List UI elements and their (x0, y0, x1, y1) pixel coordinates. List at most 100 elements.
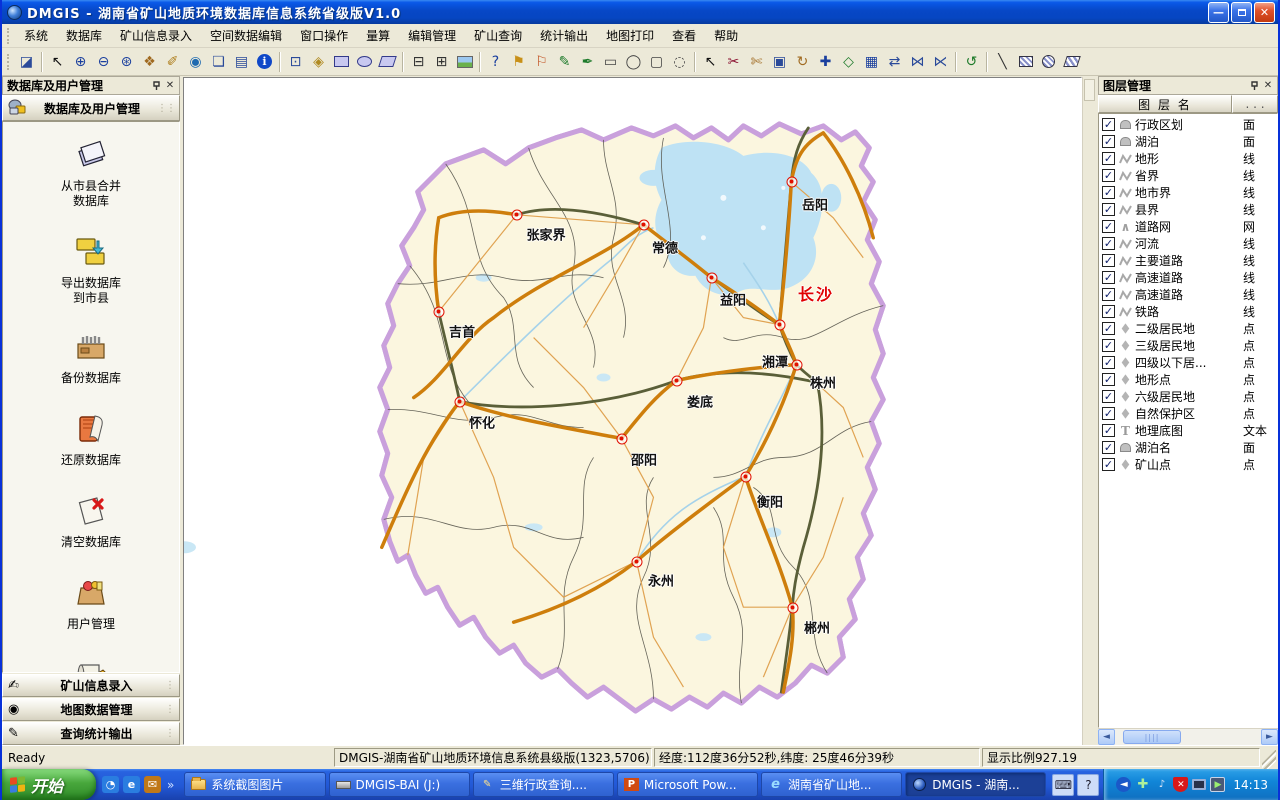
lasso-cut-icon[interactable]: ✄ (745, 50, 768, 73)
layer-row-terrain-point[interactable]: ✓◆地形点点 (1099, 371, 1277, 388)
spacing-v-icon[interactable]: ⋉ (929, 50, 952, 73)
layer-checkbox-lake[interactable]: ✓ (1102, 135, 1115, 148)
layer-row-main-road[interactable]: ✓主要道路线 (1099, 252, 1277, 269)
layer-checkbox-highway[interactable]: ✓ (1102, 271, 1115, 284)
layer-checkbox-terrain-point[interactable]: ✓ (1102, 373, 1115, 386)
left-item-backup-db[interactable]: 备份数据库 (61, 332, 121, 386)
menu-item-edit-manage[interactable]: 编辑管理 (399, 24, 465, 47)
image-export-icon[interactable] (453, 50, 476, 73)
layer-row-road-network[interactable]: ✓∧道路网网 (1099, 218, 1277, 235)
left-item-export-db[interactable]: 导出数据库 到市县 (61, 235, 121, 306)
menu-item-view[interactable]: 查看 (663, 24, 705, 47)
layer-row-settlement-l2[interactable]: ✓◆二级居民地点 (1099, 320, 1277, 337)
copy-feature-icon[interactable]: ▣ (768, 50, 791, 73)
menu-item-help[interactable]: 帮助 (705, 24, 747, 47)
layer-pin-icon[interactable] (1247, 79, 1261, 93)
layer-checkbox-settlement-l2[interactable]: ✓ (1102, 322, 1115, 335)
scroll-right-icon[interactable]: ► (1261, 729, 1278, 745)
layer-checkbox-railway[interactable]: ✓ (1102, 305, 1115, 318)
layer-row-settlement-l4[interactable]: ✓◆四级以下居...点 (1099, 354, 1277, 371)
menu-item-system[interactable]: 系统 (15, 24, 57, 47)
draw-ellipse-icon[interactable]: ◯ (622, 50, 645, 73)
print-icon[interactable]: ⊟ (407, 50, 430, 73)
layer-row-settlement-l3[interactable]: ✓◆三级居民地点 (1099, 337, 1277, 354)
draw-curve-icon[interactable]: ✎ (553, 50, 576, 73)
draw-shape-icon[interactable]: ✒ (576, 50, 599, 73)
scroll-left-icon[interactable]: ◄ (1098, 729, 1115, 745)
rotate-feature-icon[interactable]: ↻ (791, 50, 814, 73)
layer-more-column-header[interactable]: . . . (1232, 95, 1278, 113)
menu-item-spatial-data-edit[interactable]: 空间数据编辑 (201, 24, 291, 47)
zoom-in-icon[interactable]: ⊕ (69, 50, 92, 73)
minimize-button[interactable]: — (1208, 2, 1229, 23)
left-item-clear-db[interactable]: 清空数据库 (61, 494, 121, 550)
group-button-mine-info-entry[interactable]: ✍矿山信息录入⋮ (2, 674, 180, 697)
layer-checkbox-river[interactable]: ✓ (1102, 237, 1115, 250)
form-view-icon[interactable]: ▤ (230, 50, 253, 73)
display-icon[interactable] (1192, 779, 1206, 790)
security-shield-icon[interactable]: ✕ (1173, 777, 1188, 792)
layer-checkbox-lake-name[interactable]: ✓ (1102, 441, 1115, 454)
layer-checkbox-main-road[interactable]: ✓ (1102, 254, 1115, 267)
quick-launch-mail-icon[interactable]: ✉ (144, 776, 161, 793)
info-icon[interactable]: i (253, 50, 276, 73)
layer-row-city-border[interactable]: ✓地市界线 (1099, 184, 1277, 201)
task-ie-hunan-mine[interactable]: e湖南省矿山地... (761, 772, 902, 797)
move-feature-icon[interactable]: ✚ (814, 50, 837, 73)
quick-launch-overflow-icon[interactable]: » (165, 778, 176, 792)
hatch-rect-icon[interactable] (1014, 50, 1037, 73)
add-flag-icon[interactable]: ⚑ (507, 50, 530, 73)
edit-select-icon[interactable]: ↖ (699, 50, 722, 73)
layer-row-river[interactable]: ✓河流线 (1099, 235, 1277, 252)
map-canvas[interactable]: 张家界常德岳阳吉首益阳长沙湘潭株州娄底怀化邵阳衡阳永州郴州 (183, 77, 1082, 745)
layer-checkbox-mine-point[interactable]: ✓ (1102, 458, 1115, 471)
layer-checkbox-nature-reserve[interactable]: ✓ (1102, 407, 1115, 420)
layer-row-admin-region[interactable]: ✓行政区划面 (1099, 116, 1277, 133)
close-panel-icon[interactable]: ✕ (163, 79, 177, 93)
left-item-merge-db[interactable]: 从市县合并 数据库 (61, 140, 121, 209)
print-preview-icon[interactable]: ⊡ (284, 50, 307, 73)
globe-icon[interactable]: ◉ (184, 50, 207, 73)
help-icon[interactable]: ? (484, 50, 507, 73)
antivirus-icon[interactable]: ✚ (1135, 777, 1150, 792)
hatch-poly-icon[interactable] (1060, 50, 1083, 73)
layer-checkbox-city-border[interactable]: ✓ (1102, 186, 1115, 199)
layer-row-county-border[interactable]: ✓县界线 (1099, 201, 1277, 218)
layer-checkbox-settlement-l6[interactable]: ✓ (1102, 390, 1115, 403)
task-3d-admin-query[interactable]: ✎三维行政查询.... (473, 772, 614, 797)
keyboard-icon[interactable]: ⌨ (1052, 774, 1074, 796)
left-item-user-mgmt[interactable]: 用户管理 (67, 576, 115, 632)
left-item-user-log[interactable]: 用户日志 (67, 658, 115, 673)
scroll-thumb[interactable]: |||| (1123, 730, 1181, 744)
draw-square-icon[interactable]: ▢ (645, 50, 668, 73)
layer-checkbox-county-border[interactable]: ✓ (1102, 203, 1115, 216)
left-item-restore-db[interactable]: 还原数据库 (61, 412, 121, 468)
menu-item-measure[interactable]: 量算 (357, 24, 399, 47)
task-screenshot-folder[interactable]: 系统截图图片 (184, 772, 325, 797)
map-scroll-box[interactable] (1084, 79, 1095, 101)
menu-item-stats-output[interactable]: 统计输出 (531, 24, 597, 47)
select-arrow-icon[interactable]: ↖ (46, 50, 69, 73)
undo-icon[interactable]: ↺ (960, 50, 983, 73)
layer-row-terrain[interactable]: ✓地形线 (1099, 150, 1277, 167)
layer-row-highway[interactable]: ✓高速道路线 (1099, 269, 1277, 286)
map-scroll-strip[interactable] (1082, 77, 1095, 745)
quick-launch-ie-icon[interactable]: e (123, 776, 140, 793)
node-edit-icon[interactable]: ◇ (837, 50, 860, 73)
quick-launch-media-icon[interactable]: ◔ (102, 776, 119, 793)
group-button-map-data-manage[interactable]: ◉地图数据管理⋮ (2, 698, 180, 721)
layer-checkbox-settlement-l4[interactable]: ✓ (1102, 356, 1115, 369)
menu-item-mine-info-entry[interactable]: 矿山信息录入 (111, 24, 201, 47)
identify-area-icon[interactable]: ◈ (307, 50, 330, 73)
menu-item-database[interactable]: 数据库 (57, 24, 111, 47)
group-button-query-stats-output[interactable]: ✎查询统计输出⋮ (2, 722, 180, 745)
layer-checkbox-road-network[interactable]: ✓ (1102, 220, 1115, 233)
layer-checkbox-settlement-l3[interactable]: ✓ (1102, 339, 1115, 352)
print-setup-icon[interactable]: ⊞ (430, 50, 453, 73)
resize-grip[interactable] (1262, 750, 1276, 769)
layer-row-lake[interactable]: ✓湖泊面 (1099, 133, 1277, 150)
menu-item-window-ops[interactable]: 窗口操作 (291, 24, 357, 47)
volume-icon[interactable]: ♪ (1154, 777, 1169, 792)
layer-checkbox-province-border[interactable]: ✓ (1102, 169, 1115, 182)
task-dmgis-active[interactable]: DMGIS - 湖南... (905, 772, 1046, 797)
